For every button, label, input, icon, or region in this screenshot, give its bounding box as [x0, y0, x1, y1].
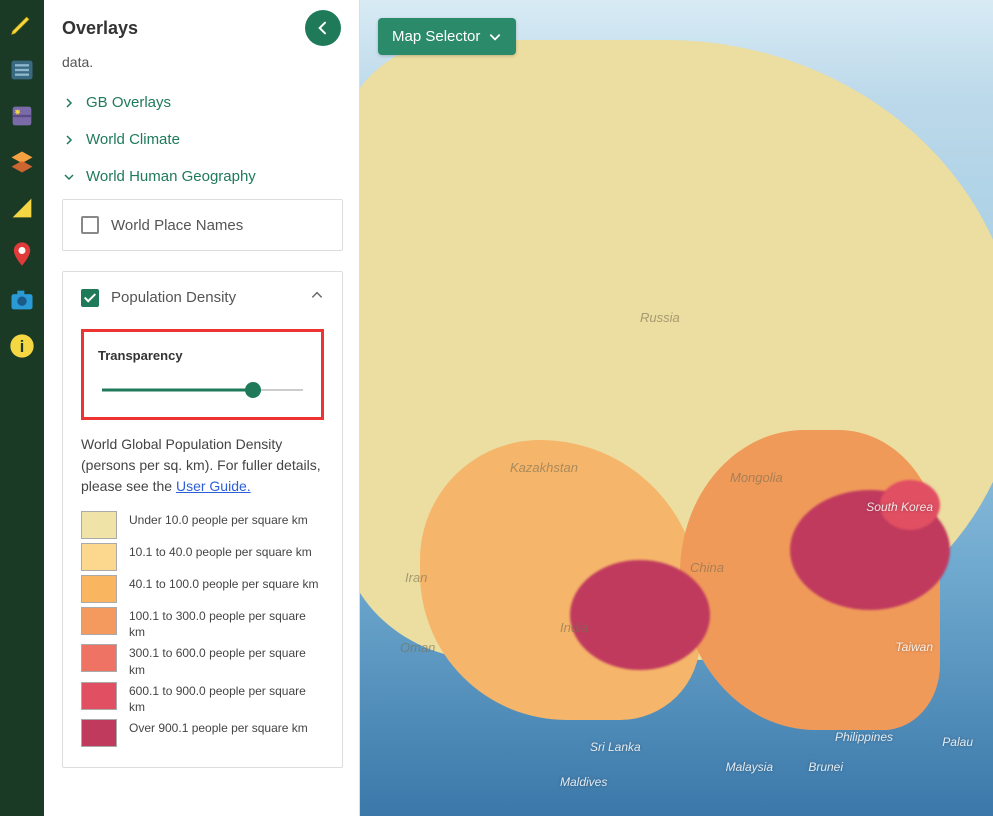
chevron-down-icon: [62, 170, 76, 184]
tool-marker[interactable]: [2, 234, 42, 274]
layers-icon: [8, 148, 36, 176]
list-icon: [8, 56, 36, 84]
legend-row: Under 10.0 people per square km: [81, 511, 324, 539]
legend-label: Over 900.1 people per square km: [129, 719, 308, 736]
transparency-highlight: Transparency: [81, 329, 324, 420]
legend-label: Under 10.0 people per square km: [129, 511, 308, 528]
legend-swatch: [81, 682, 117, 710]
tool-bookmarks[interactable]: [2, 96, 42, 136]
legend-swatch: [81, 644, 117, 672]
map-viewport[interactable]: Map Selector Digimap Digimap Russia Kaza…: [360, 0, 993, 816]
info-icon: i: [8, 332, 36, 360]
legend-row: Over 900.1 people per square km: [81, 719, 324, 747]
place-label: Palau: [942, 735, 973, 749]
map-selector-button[interactable]: Map Selector: [378, 18, 516, 55]
tool-measure[interactable]: [2, 188, 42, 228]
legend-label: 10.1 to 40.0 people per square km: [129, 543, 312, 560]
ruler-icon: [8, 194, 36, 222]
legend-row: 10.1 to 40.0 people per square km: [81, 543, 324, 571]
legend-swatch: [81, 543, 117, 571]
left-toolbar: i: [0, 0, 44, 816]
panel-title: Overlays: [62, 18, 138, 39]
legend-label: 300.1 to 600.0 people per square km: [129, 644, 324, 677]
overlays-panel: Overlays data. GB Overlays World Climate…: [44, 0, 360, 816]
legend-row: 100.1 to 300.0 people per square km: [81, 607, 324, 640]
checkbox-icon: [81, 216, 99, 234]
legend-label: 600.1 to 900.0 people per square km: [129, 682, 324, 715]
category-world-climate[interactable]: World Climate: [62, 121, 343, 158]
checkbox-label: World Place Names: [111, 217, 243, 234]
slider-fill: [102, 389, 253, 392]
tool-pencil[interactable]: [2, 4, 42, 44]
legend-label: 100.1 to 300.0 people per square km: [129, 607, 324, 640]
chevron-up-icon: [310, 288, 324, 302]
overlay-card-world-place-names: World Place Names: [62, 199, 343, 251]
tool-list[interactable]: [2, 50, 42, 90]
tool-camera[interactable]: [2, 280, 42, 320]
checkbox-icon: [81, 289, 99, 307]
place-label: Philippines: [835, 730, 893, 744]
panel-header: Overlays: [44, 0, 359, 54]
legend-swatch: [81, 575, 117, 603]
marker-icon: [8, 240, 36, 268]
bookmark-drawer-icon: [8, 102, 36, 130]
intro-text-fragment: data.: [62, 54, 343, 70]
overlay-description: World Global Population Density (persons…: [81, 434, 324, 497]
user-guide-link[interactable]: User Guide.: [176, 478, 251, 494]
map-selector-label: Map Selector: [392, 28, 480, 45]
legend-swatch: [81, 607, 117, 635]
place-label: Malaysia: [726, 760, 773, 774]
category-label: World Climate: [86, 131, 180, 148]
density-hotspot: [570, 560, 710, 670]
legend-row: 600.1 to 900.0 people per square km: [81, 682, 324, 715]
category-world-human-geography[interactable]: World Human Geography: [62, 158, 343, 195]
tool-layers[interactable]: [2, 142, 42, 182]
collapse-panel-button[interactable]: [305, 10, 341, 46]
slider-thumb[interactable]: [245, 382, 261, 398]
place-label: Maldives: [560, 775, 607, 789]
transparency-slider[interactable]: [102, 381, 303, 399]
chevron-right-icon: [62, 96, 76, 110]
legend-row: 40.1 to 100.0 people per square km: [81, 575, 324, 603]
category-label: World Human Geography: [86, 168, 256, 185]
overlay-card-population-density: Population Density Transparency World Gl…: [62, 271, 343, 768]
chevron-down-icon: [488, 30, 502, 44]
category-gb-overlays[interactable]: GB Overlays: [62, 84, 343, 121]
legend-swatch: [81, 719, 117, 747]
legend-swatch: [81, 511, 117, 539]
legend-label: 40.1 to 100.0 people per square km: [129, 575, 318, 592]
place-label: Brunei: [808, 760, 843, 774]
transparency-label: Transparency: [98, 348, 307, 363]
camera-icon: [8, 286, 36, 314]
checkbox-population-density[interactable]: Population Density: [81, 288, 324, 307]
pencil-icon: [8, 10, 36, 38]
category-label: GB Overlays: [86, 94, 171, 111]
legend: Under 10.0 people per square km 10.1 to 4…: [81, 511, 324, 747]
chevron-left-icon: [315, 20, 331, 36]
panel-body: data. GB Overlays World Climate World Hu…: [44, 54, 359, 816]
checkbox-label: Population Density: [111, 289, 236, 306]
collapse-section-button[interactable]: [310, 288, 324, 307]
chevron-right-icon: [62, 133, 76, 147]
density-hotspot: [880, 480, 940, 530]
place-label: Sri Lanka: [590, 740, 641, 754]
tool-info[interactable]: i: [2, 326, 42, 366]
checkbox-world-place-names[interactable]: World Place Names: [81, 216, 324, 234]
svg-text:i: i: [20, 338, 25, 356]
legend-row: 300.1 to 600.0 people per square km: [81, 644, 324, 677]
